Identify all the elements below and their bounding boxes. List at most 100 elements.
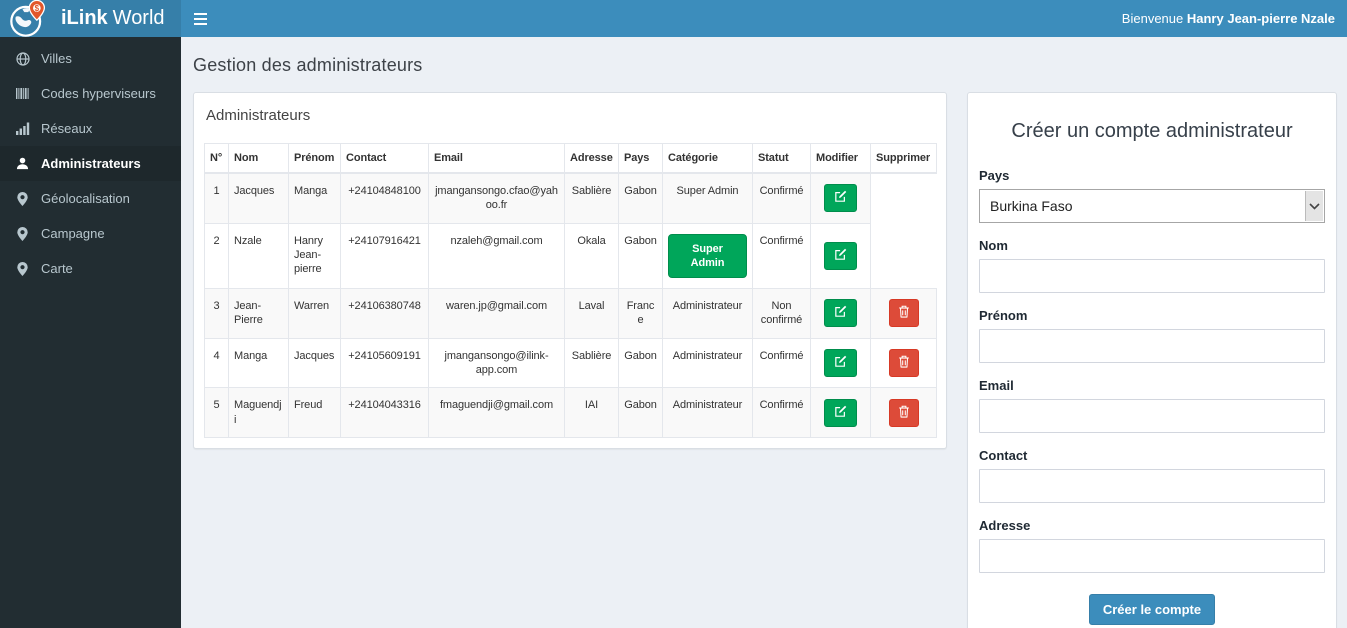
- brand-logo[interactable]: $ iLink World: [0, 0, 181, 37]
- column-header-pays: Pays: [618, 143, 663, 174]
- cell-nom: Manga: [228, 337, 289, 389]
- create-account-button[interactable]: Créer le compte: [1088, 594, 1216, 625]
- nom-label: Nom: [979, 238, 1008, 253]
- cell-contact: +24106380748: [340, 288, 429, 339]
- contact-input[interactable]: [979, 469, 1325, 503]
- edit-button[interactable]: [824, 349, 857, 378]
- table-row: 4 Manga Jacques +24105609191 jmangansongo@il…: [204, 337, 937, 389]
- cell-pays: France: [618, 288, 663, 339]
- pays-selected-value: Burkina Faso: [990, 198, 1073, 214]
- cell-statut: Confirmé: [752, 387, 811, 438]
- prenom-input[interactable]: [979, 329, 1325, 363]
- table-header-row: N° Nom Prénom Contact Email Adresse Pays Catégo…: [204, 143, 937, 174]
- welcome-user-name: Hanry Jean-pierre Nzale: [1186, 11, 1335, 26]
- main-content: Gestion des administrateurs Administrate…: [181, 37, 1347, 628]
- sidebar-item-campagne[interactable]: Campagne: [0, 216, 181, 251]
- edit-button[interactable]: [824, 299, 857, 328]
- table-row: 5 Maguendji Freud +24104043316 fmaguendji@gm…: [204, 387, 937, 438]
- sidebar-item-reseaux[interactable]: Réseaux: [0, 111, 181, 146]
- cell-num: 1: [204, 172, 229, 224]
- cell-pays: Gabon: [618, 337, 663, 389]
- cell-num: 2: [204, 222, 229, 290]
- delete-button[interactable]: [888, 349, 919, 378]
- cell-contact: +24104043316: [340, 387, 429, 438]
- sidebar: Villes Codes hyperviseurs Réseaux Administr…: [0, 37, 181, 628]
- sidebar-item-label: Géolocalisation: [41, 191, 130, 206]
- field-nom-group: Nom: [979, 238, 1325, 293]
- trash-icon: [898, 355, 910, 371]
- edit-icon: [834, 355, 847, 371]
- column-header-num: N°: [204, 143, 229, 174]
- super-admin-badge[interactable]: Super Admin: [668, 233, 747, 279]
- globe-icon: [15, 51, 30, 66]
- sidebar-item-villes[interactable]: Villes: [0, 41, 181, 76]
- cell-categorie: Administrateur: [662, 387, 753, 438]
- cell-pays: Gabon: [618, 222, 663, 290]
- sidebar-menu: Villes Codes hyperviseurs Réseaux Administr…: [0, 37, 181, 286]
- column-header-modifier: Modifier: [810, 143, 871, 174]
- sidebar-item-administrateurs[interactable]: Administrateurs: [0, 146, 181, 181]
- cell-prenom: Warren: [288, 288, 341, 339]
- cell-contact: +24105609191: [340, 337, 429, 389]
- contact-label: Contact: [979, 448, 1028, 463]
- cell-nom: Maguendji: [228, 387, 289, 438]
- cell-categorie: Super Admin: [662, 222, 753, 290]
- cell-supprimer: [870, 387, 937, 438]
- sidebar-item-codes-hyperviseurs[interactable]: Codes hyperviseurs: [0, 76, 181, 111]
- column-header-supprimer: Supprimer: [870, 143, 937, 174]
- welcome-message: Bienvenue Hanry Jean-pierre Nzale: [1122, 11, 1347, 26]
- chevron-down-icon: [1305, 191, 1323, 221]
- adresse-label: Adresse: [979, 518, 1031, 533]
- administrators-panel: Administrateurs N° Nom Prénom Contact Email A…: [193, 92, 947, 449]
- nom-input[interactable]: [979, 259, 1325, 293]
- cell-adresse: Okala: [564, 222, 619, 290]
- cell-prenom: Jacques: [288, 337, 341, 389]
- barcode-icon: [15, 87, 30, 100]
- cell-statut: Confirmé: [752, 172, 811, 224]
- sidebar-item-carte[interactable]: Carte: [0, 251, 181, 286]
- edit-button[interactable]: [824, 184, 857, 213]
- table-row: 2 Nzale Hanry Jean-pierre +24107916421 nzale…: [204, 222, 937, 290]
- sidebar-item-geolocalisation[interactable]: Géolocalisation: [0, 181, 181, 216]
- cell-pays: Gabon: [618, 387, 663, 438]
- cell-adresse: Sablière: [564, 337, 619, 389]
- cell-modifier: [810, 222, 871, 290]
- administrators-panel-title: Administrateurs: [206, 107, 311, 124]
- email-label: Email: [979, 378, 1014, 393]
- field-contact-group: Contact: [979, 448, 1325, 503]
- cell-modifier: [810, 172, 871, 224]
- field-adresse-group: Adresse: [979, 518, 1325, 573]
- cell-adresse: Laval: [564, 288, 619, 339]
- create-admin-form-title: Créer un compte administrateur: [1011, 120, 1293, 142]
- delete-button[interactable]: [888, 299, 919, 328]
- sidebar-item-label: Codes hyperviseurs: [41, 86, 156, 101]
- cell-email: fmaguendji@gmail.com: [428, 387, 565, 438]
- edit-icon: [834, 248, 847, 264]
- delete-button[interactable]: [888, 398, 919, 427]
- cell-prenom: Hanry Jean-pierre: [288, 222, 341, 290]
- adresse-input[interactable]: [979, 539, 1325, 573]
- table-row: 3 Jean-Pierre Warren +24106380748 waren.jp@g…: [204, 288, 937, 339]
- edit-button[interactable]: [824, 398, 857, 427]
- column-header-prenom: Prénom: [288, 143, 341, 174]
- cell-statut: Confirmé: [752, 337, 811, 389]
- edit-button[interactable]: [824, 241, 857, 270]
- cell-categorie: Super Admin: [662, 172, 753, 224]
- cell-contact: +24107916421: [340, 222, 429, 290]
- email-input[interactable]: [979, 399, 1325, 433]
- pays-select[interactable]: Burkina Faso: [979, 189, 1325, 223]
- sidebar-toggle[interactable]: [181, 0, 219, 37]
- create-admin-panel: Créer un compte administrateur Pays Burki…: [967, 92, 1337, 628]
- cell-supprimer: [870, 288, 937, 339]
- page-title: Gestion des administrateurs: [193, 55, 423, 75]
- ilink-globe-pin-logo-icon: $: [8, 0, 49, 38]
- cell-supprimer-empty: [870, 223, 937, 289]
- table-row: 1 Jacques Manga +24104848100 jmangansongo.cf…: [204, 172, 937, 224]
- signal-bars-icon: [15, 122, 30, 135]
- form-fields: Pays Burkina Faso Nom Prénom Email Contact Adr…: [979, 168, 1325, 573]
- cell-prenom: Manga: [288, 172, 341, 224]
- cell-modifier: [810, 387, 871, 438]
- cell-contact: +24104848100: [340, 172, 429, 224]
- table-body: 1 Jacques Manga +24104848100 jmangansongo.cf…: [204, 172, 937, 438]
- cell-categorie: Administrateur: [662, 337, 753, 389]
